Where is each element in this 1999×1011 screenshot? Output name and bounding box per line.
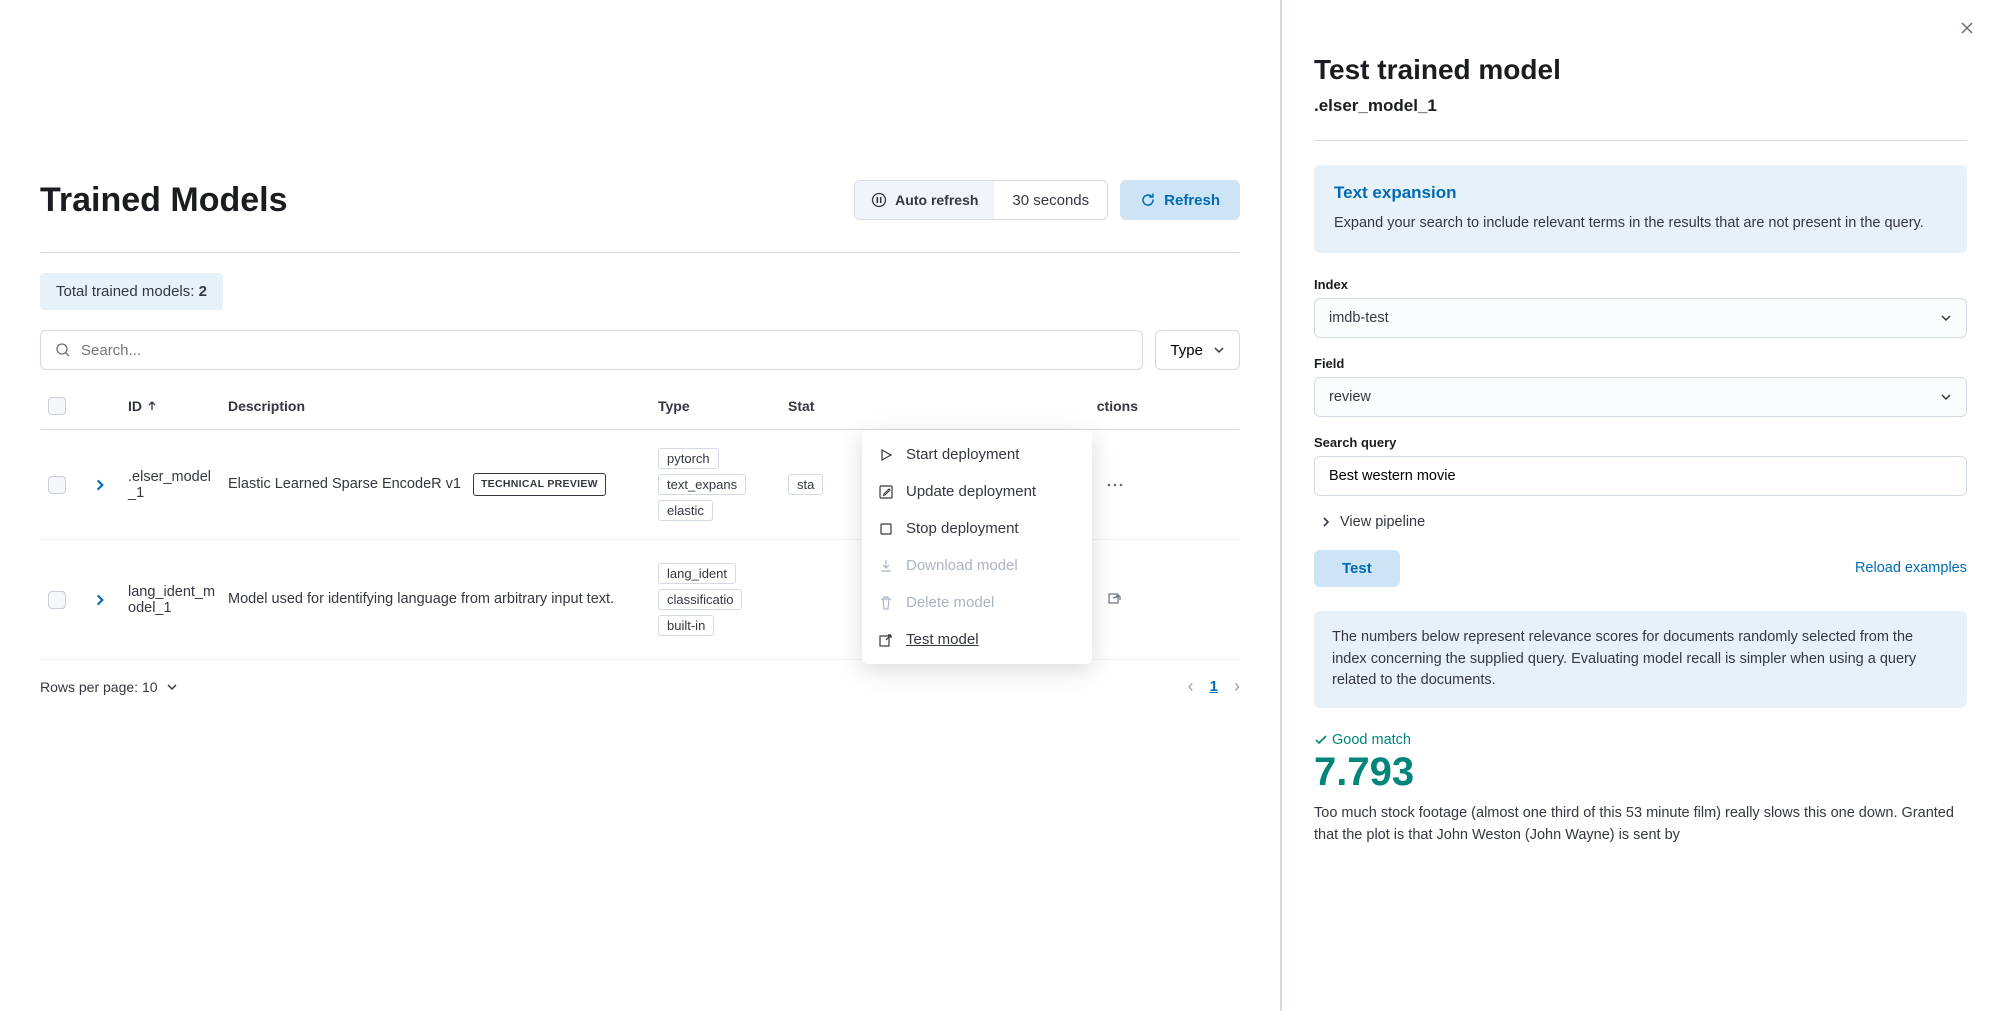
autorefresh-label: Auto refresh bbox=[895, 192, 978, 208]
chevron-right-icon bbox=[1320, 516, 1332, 528]
refresh-button[interactable]: Refresh bbox=[1120, 180, 1240, 220]
row-actions-button[interactable] bbox=[1102, 472, 1128, 498]
model-id: lang_ident_model_1 bbox=[128, 584, 228, 616]
type-filter[interactable]: Type bbox=[1155, 330, 1240, 370]
callout-title: Text expansion bbox=[1334, 183, 1947, 203]
type-tag: lang_ident bbox=[658, 563, 736, 584]
search-icon bbox=[55, 342, 71, 358]
type-tag: built-in bbox=[658, 615, 714, 636]
search-input[interactable] bbox=[81, 342, 1128, 359]
row-context-menu: Start deployment Update deployment Stop … bbox=[862, 430, 1092, 664]
rows-per-page[interactable]: Rows per page: 10 bbox=[40, 679, 178, 695]
model-id: .elser_model_1 bbox=[128, 469, 228, 501]
page-number[interactable]: 1 bbox=[1210, 678, 1218, 695]
select-all-checkbox[interactable] bbox=[48, 397, 66, 415]
chevron-down-icon bbox=[1940, 391, 1952, 403]
test-button[interactable]: Test bbox=[1314, 550, 1400, 587]
close-button[interactable] bbox=[1959, 20, 1975, 36]
chevron-down-icon bbox=[166, 681, 178, 693]
autorefresh-interval[interactable]: 30 seconds bbox=[994, 181, 1107, 219]
model-description: Elastic Learned Sparse EncodeR v1 bbox=[228, 474, 461, 496]
trash-icon bbox=[878, 595, 894, 611]
reload-examples-link[interactable]: Reload examples bbox=[1855, 560, 1967, 576]
view-pipeline-toggle[interactable]: View pipeline bbox=[1320, 514, 1967, 530]
search-query-input[interactable] bbox=[1314, 456, 1967, 496]
sort-asc-icon bbox=[146, 400, 158, 412]
type-tag: text_expans bbox=[658, 474, 746, 495]
divider bbox=[40, 252, 1240, 253]
menu-stop-deployment[interactable]: Stop deployment bbox=[862, 510, 1092, 547]
table-header: ID Description Type Stat ctions bbox=[40, 382, 1240, 430]
menu-delete-model: Delete model bbox=[862, 584, 1092, 621]
check-icon bbox=[1314, 733, 1328, 747]
edit-icon bbox=[878, 484, 894, 500]
pagination: ‹ 1 › bbox=[1188, 676, 1240, 697]
autorefresh-toggle[interactable]: Auto refresh bbox=[855, 181, 994, 219]
pause-icon bbox=[871, 192, 887, 208]
result-document-text: Too much stock footage (almost one third… bbox=[1314, 803, 1967, 847]
chevron-down-icon bbox=[1213, 344, 1225, 356]
flyout-subtitle: .elser_model_1 bbox=[1314, 96, 1967, 116]
row-checkbox[interactable] bbox=[48, 476, 66, 494]
technical-preview-badge: TECHNICAL PREVIEW bbox=[473, 473, 606, 497]
model-description: Model used for identifying language from… bbox=[228, 589, 614, 611]
type-tag: elastic bbox=[658, 500, 713, 521]
relevance-info-callout: The numbers below represent relevance sc… bbox=[1314, 611, 1967, 708]
prev-page-button[interactable]: ‹ bbox=[1188, 676, 1194, 697]
page-title: Trained Models bbox=[40, 181, 288, 220]
menu-start-deployment[interactable]: Start deployment bbox=[862, 436, 1092, 473]
col-id[interactable]: ID bbox=[128, 398, 228, 414]
text-expansion-callout: Text expansion Expand your search to inc… bbox=[1314, 165, 1967, 253]
refresh-label: Refresh bbox=[1164, 192, 1220, 209]
chevron-down-icon bbox=[1940, 312, 1952, 324]
flyout-title: Test trained model bbox=[1314, 54, 1967, 86]
col-description[interactable]: Description bbox=[228, 398, 658, 414]
search-input-wrap[interactable] bbox=[40, 330, 1143, 370]
expand-button[interactable] bbox=[88, 588, 112, 612]
refresh-icon bbox=[1140, 192, 1156, 208]
menu-test-model[interactable]: Test model bbox=[862, 621, 1092, 658]
test-model-flyout: Test trained model .elser_model_1 Text e… bbox=[1282, 0, 1999, 1011]
close-icon bbox=[1959, 20, 1975, 36]
menu-update-deployment[interactable]: Update deployment bbox=[862, 473, 1092, 510]
field-label: Field bbox=[1314, 356, 1967, 371]
field-select[interactable]: review bbox=[1314, 377, 1967, 417]
stop-icon bbox=[878, 521, 894, 537]
col-state[interactable]: Stat bbox=[788, 398, 948, 414]
menu-download-model: Download model bbox=[862, 547, 1092, 584]
total-models-badge: Total trained models: 2 bbox=[40, 273, 223, 310]
autorefresh-control[interactable]: Auto refresh 30 seconds bbox=[854, 180, 1108, 220]
match-label: Good match bbox=[1314, 732, 1967, 748]
export-icon bbox=[878, 632, 894, 648]
col-type[interactable]: Type bbox=[658, 398, 788, 414]
type-tag: classificatio bbox=[658, 589, 742, 610]
download-icon bbox=[878, 558, 894, 574]
expand-flyout-button[interactable] bbox=[1102, 587, 1128, 613]
state-tag: sta bbox=[788, 474, 823, 495]
expand-button[interactable] bbox=[88, 473, 112, 497]
next-page-button[interactable]: › bbox=[1234, 676, 1240, 697]
type-tag: pytorch bbox=[658, 448, 719, 469]
index-label: Index bbox=[1314, 277, 1967, 292]
search-query-label: Search query bbox=[1314, 435, 1967, 450]
col-actions: ctions bbox=[1078, 398, 1138, 414]
play-icon bbox=[878, 447, 894, 463]
callout-text: Expand your search to include relevant t… bbox=[1334, 213, 1947, 235]
relevance-score: 7.793 bbox=[1314, 750, 1967, 795]
index-select[interactable]: imdb-test bbox=[1314, 298, 1967, 338]
row-checkbox[interactable] bbox=[48, 591, 66, 609]
